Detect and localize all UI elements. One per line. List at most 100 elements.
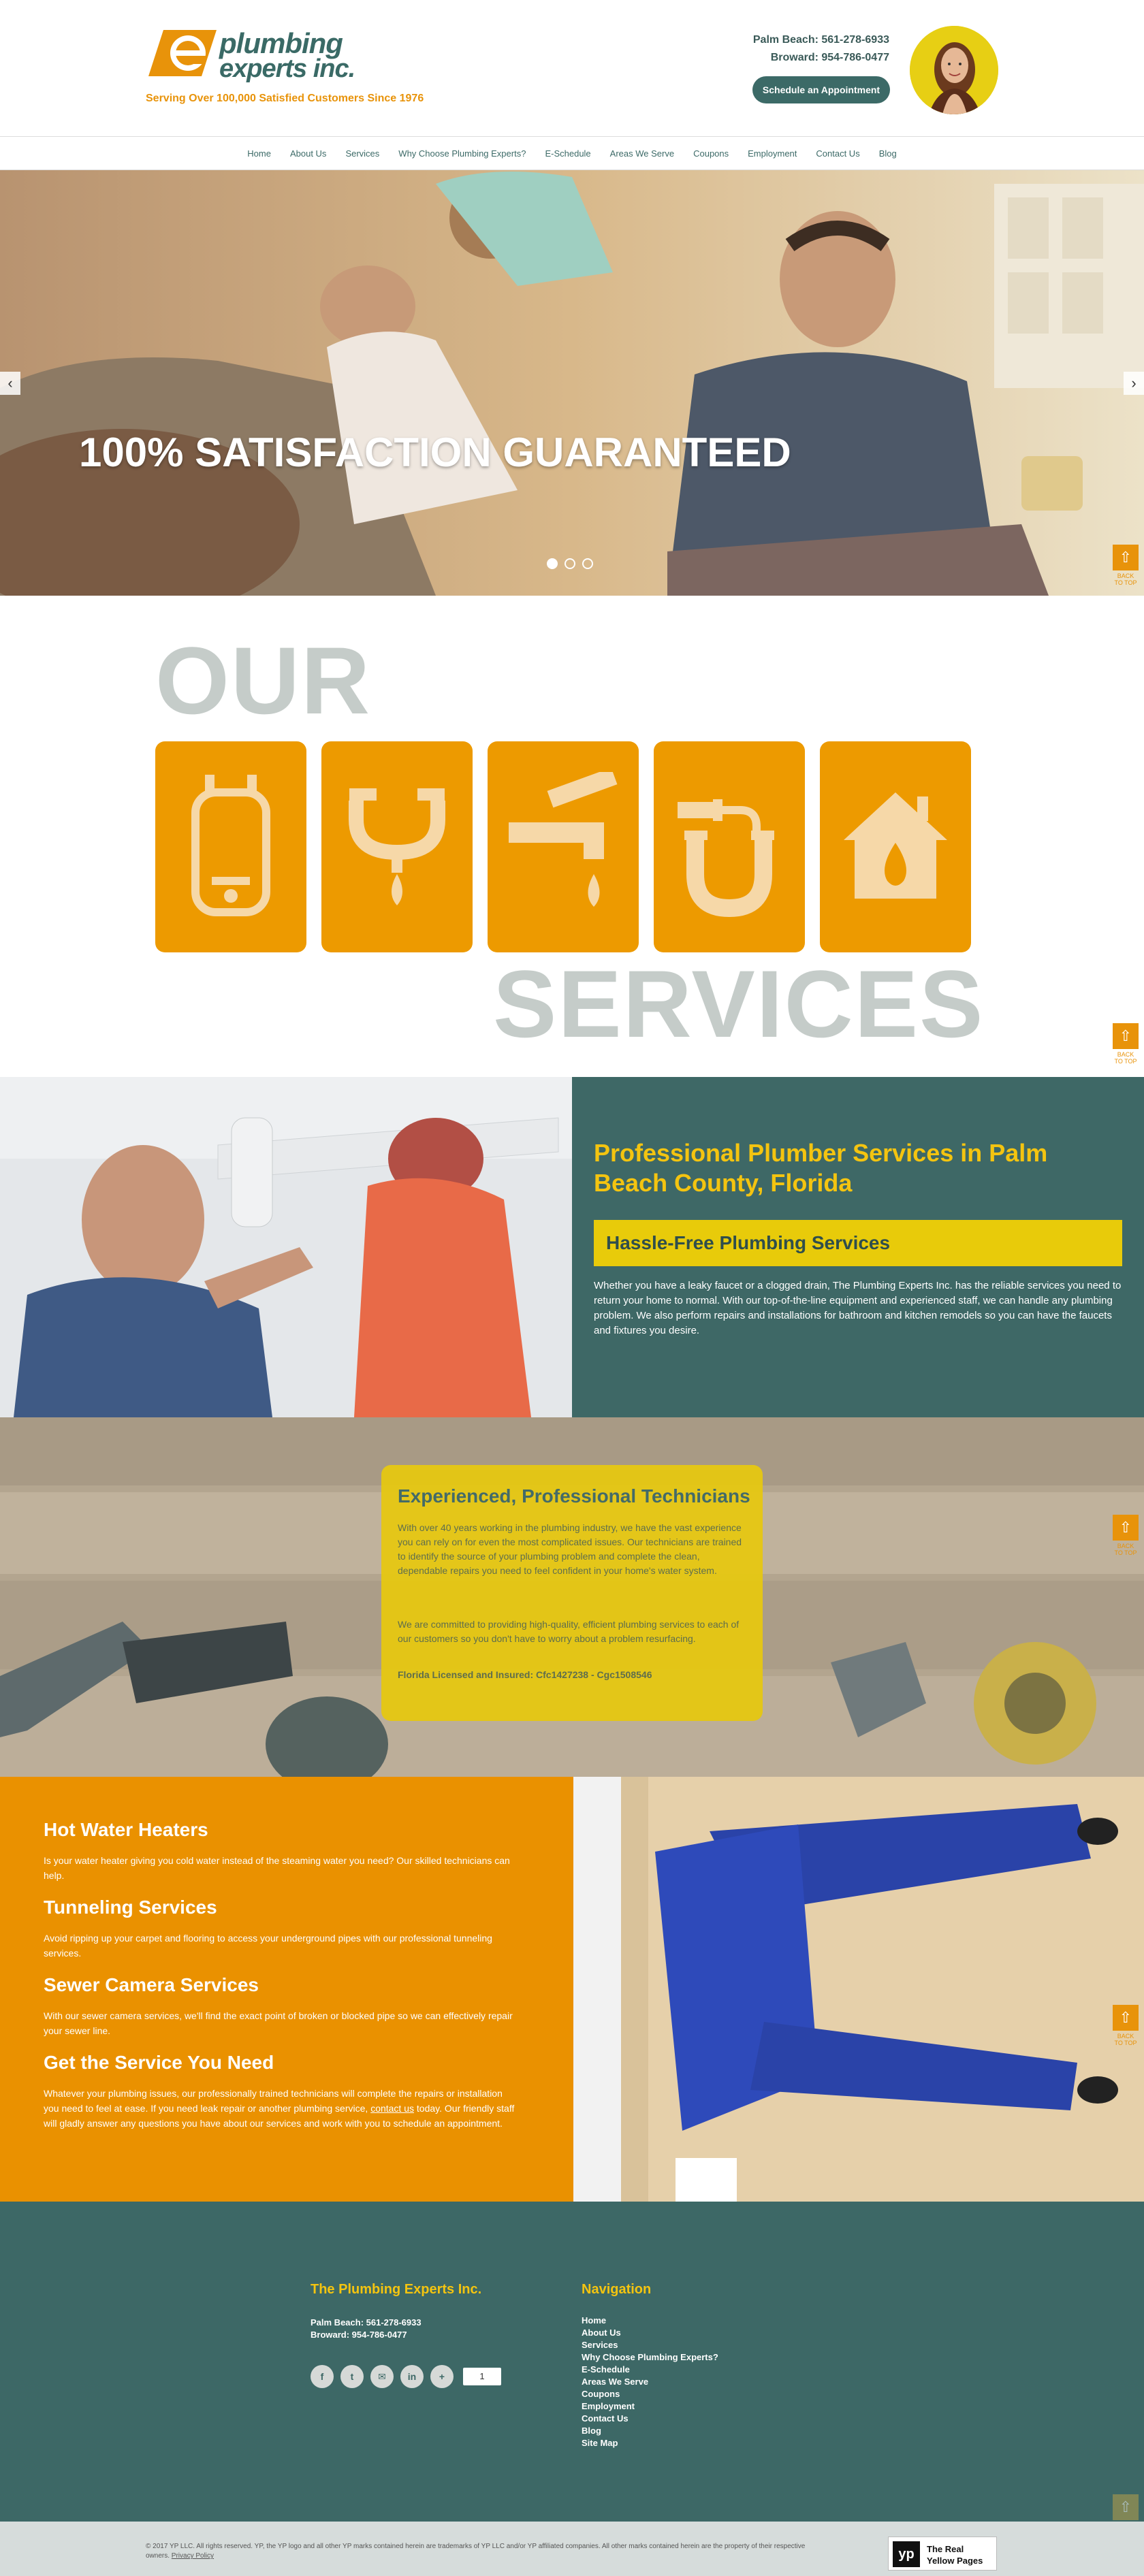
hero-slider: 100% SATISFACTION GUARANTEED ‹ › — [0, 170, 1144, 596]
slider-dot-3[interactable] — [582, 558, 593, 569]
sink-drain-tile[interactable] — [321, 741, 473, 952]
hero-title: 100% SATISFACTION GUARANTEED — [79, 430, 791, 475]
yp-badge-line2: Yellow Pages — [927, 2556, 983, 2566]
legal-bar: © 2017 YP LLC. All rights reserved. YP, … — [0, 2522, 1144, 2576]
service-title-hot-water: Hot Water Heaters — [44, 1819, 208, 1840]
legal-text: © 2017 YP LLC. All rights reserved. YP, … — [146, 2543, 806, 2560]
footer-phone-broward[interactable]: Broward: 954-786-0477 — [311, 2330, 407, 2340]
slider-dot-2[interactable] — [565, 558, 575, 569]
site-footer: The Plumbing Experts Inc. Palm Beach: 56… — [0, 2202, 1144, 2522]
back-to-top-button[interactable]: ⇧ — [1113, 2494, 1139, 2520]
service-title-tunneling: Tunneling Services — [44, 1897, 217, 1918]
back-to-top-label: BACK TO TOP — [1114, 1051, 1137, 1065]
service-text-tunneling: Avoid ripping up your carpet and floorin… — [44, 1933, 492, 1959]
back-to-top-arrow-icon: ⇧ — [1113, 2494, 1139, 2520]
nav-blog[interactable]: Blog — [870, 148, 906, 159]
footer-nav-why-choose[interactable]: Why Choose Plumbing Experts? — [582, 2351, 718, 2364]
technicians-paragraph-1: With over 40 years working in the plumbi… — [398, 1522, 742, 1576]
house-water-icon — [844, 792, 947, 899]
back-to-top-arrow-icon: ⇧ — [1113, 2005, 1139, 2031]
footer-nav-employment[interactable]: Employment — [582, 2400, 718, 2413]
services-list-section: Hot Water Heaters Is your water heater g… — [0, 1777, 573, 2202]
contact-us-link[interactable]: contact us — [370, 2103, 414, 2114]
license-info: Florida Licensed and Insured: Cfc1427238… — [398, 1669, 652, 1680]
hassle-free-banner: Hassle-Free Plumbing Services — [594, 1220, 1122, 1266]
agent-avatar — [910, 26, 998, 114]
footer-company-heading: The Plumbing Experts Inc. — [311, 2282, 482, 2297]
back-to-top-label: BACK TO TOP — [1114, 573, 1137, 586]
footer-nav-services[interactable]: Services — [582, 2339, 718, 2351]
main-nav: Home About Us Services Why Choose Plumbi… — [0, 136, 1144, 170]
back-to-top-button[interactable]: ⇧ BACK TO TOP — [1113, 2005, 1139, 2046]
nav-services[interactable]: Services — [336, 148, 389, 159]
nav-contact-us[interactable]: Contact Us — [806, 148, 869, 159]
back-to-top-label: BACK TO TOP — [1114, 2033, 1137, 2046]
house-water-tile[interactable] — [820, 741, 971, 952]
site-header: plumbing experts inc. Serving Over 100,0… — [0, 0, 1144, 136]
technicians-paragraph-2: We are committed to providing high-quali… — [398, 1619, 740, 1644]
service-text-get-service: Whatever your plumbing issues, our profe… — [44, 2088, 515, 2129]
technicians-heading: Experienced, Professional Technicians — [398, 1485, 750, 1507]
our-heading: OUR — [155, 627, 372, 734]
footer-nav-e-schedule[interactable]: E-Schedule — [582, 2364, 718, 2376]
footer-nav-about-us[interactable]: About Us — [582, 2327, 718, 2339]
services-heading: SERVICES — [493, 950, 985, 1057]
technicians-section: Experienced, Professional Technicians Wi… — [0, 1417, 1144, 1777]
sink-drain-icon — [349, 788, 445, 905]
nav-e-schedule[interactable]: E-Schedule — [535, 148, 600, 159]
nav-about-us[interactable]: About Us — [281, 148, 336, 159]
footer-nav-blog[interactable]: Blog — [582, 2425, 718, 2437]
facebook-icon[interactable]: f — [311, 2365, 334, 2388]
twitter-icon[interactable]: t — [340, 2365, 364, 2388]
yp-logo-icon: yp — [893, 2541, 920, 2567]
faucet-tile[interactable] — [488, 741, 639, 952]
hassle-free-heading: Hassle-Free Plumbing Services — [606, 1232, 891, 1253]
professional-panel: Professional Plumber Services in Palm Be… — [572, 1077, 1144, 1417]
yp-badge[interactable]: yp The Real Yellow Pages — [888, 2537, 997, 2571]
professional-body: Whether you have a leaky faucet or a clo… — [594, 1280, 1122, 1336]
back-to-top-button[interactable]: ⇧ BACK TO TOP — [1113, 1515, 1139, 1556]
footer-nav-contact-us[interactable]: Contact Us — [582, 2413, 718, 2425]
footer-nav-coupons[interactable]: Coupons — [582, 2388, 718, 2400]
water-heater-tile[interactable] — [155, 741, 306, 952]
service-text-hot-water: Is your water heater giving you cold wat… — [44, 1855, 510, 1881]
phone-palm-beach[interactable]: Palm Beach: 561-278-6933 — [753, 34, 889, 46]
footer-nav: Home About Us Services Why Choose Plumbi… — [582, 2315, 718, 2449]
service-title-get-service: Get the Service You Need — [44, 2052, 274, 2073]
logo-e-icon — [148, 30, 217, 76]
back-to-top-button[interactable]: ⇧ BACK TO TOP — [1113, 545, 1139, 586]
slider-next-arrow-icon[interactable]: › — [1124, 372, 1144, 395]
service-icon-tiles — [155, 741, 971, 952]
nav-home[interactable]: Home — [238, 148, 281, 159]
nav-coupons[interactable]: Coupons — [684, 148, 738, 159]
service-title-sewer-camera: Sewer Camera Services — [44, 1974, 259, 1995]
footer-nav-areas-we-serve[interactable]: Areas We Serve — [582, 2376, 718, 2388]
footer-nav-home[interactable]: Home — [582, 2315, 718, 2327]
footer-nav-site-map[interactable]: Site Map — [582, 2437, 718, 2449]
professional-section: Professional Plumber Services in Palm Be… — [0, 1077, 1144, 1417]
professional-heading: Professional Plumber Services in Palm Be… — [594, 1139, 1048, 1197]
schedule-appointment-button[interactable]: Schedule an Appointment — [752, 76, 890, 103]
privacy-policy-link[interactable]: Privacy Policy — [172, 2552, 214, 2560]
back-to-top-button[interactable]: ⇧ BACK TO TOP — [1113, 1023, 1139, 1065]
phone-broward[interactable]: Broward: 954-786-0477 — [771, 52, 889, 64]
back-to-top-arrow-icon: ⇧ — [1113, 1023, 1139, 1049]
linkedin-icon[interactable]: in — [400, 2365, 424, 2388]
slider-dot-1[interactable] — [547, 558, 558, 569]
back-to-top-arrow-icon: ⇧ — [1113, 545, 1139, 570]
p-trap-pipe-tile[interactable] — [654, 741, 805, 952]
footer-phone-palm-beach[interactable]: Palm Beach: 561-278-6933 — [311, 2317, 422, 2328]
hero-family-photo — [0, 170, 1144, 596]
service-text-sewer-camera: With our sewer camera services, we'll fi… — [44, 2010, 513, 2036]
technicians-card: Experienced, Professional Technicians Wi… — [381, 1465, 763, 1721]
nav-why-choose[interactable]: Why Choose Plumbing Experts? — [389, 148, 535, 159]
email-icon[interactable]: ✉ — [370, 2365, 394, 2388]
slider-prev-arrow-icon[interactable]: ‹ — [0, 372, 20, 395]
back-to-top-arrow-icon: ⇧ — [1113, 1515, 1139, 1541]
logo[interactable]: plumbing experts inc. — [146, 27, 364, 83]
plumber-under-sink-photo — [573, 1777, 1144, 2202]
plus-share-icon[interactable]: + — [430, 2365, 454, 2388]
nav-employment[interactable]: Employment — [738, 148, 806, 159]
back-to-top-label: BACK TO TOP — [1114, 1543, 1137, 1556]
nav-areas-we-serve[interactable]: Areas We Serve — [601, 148, 684, 159]
